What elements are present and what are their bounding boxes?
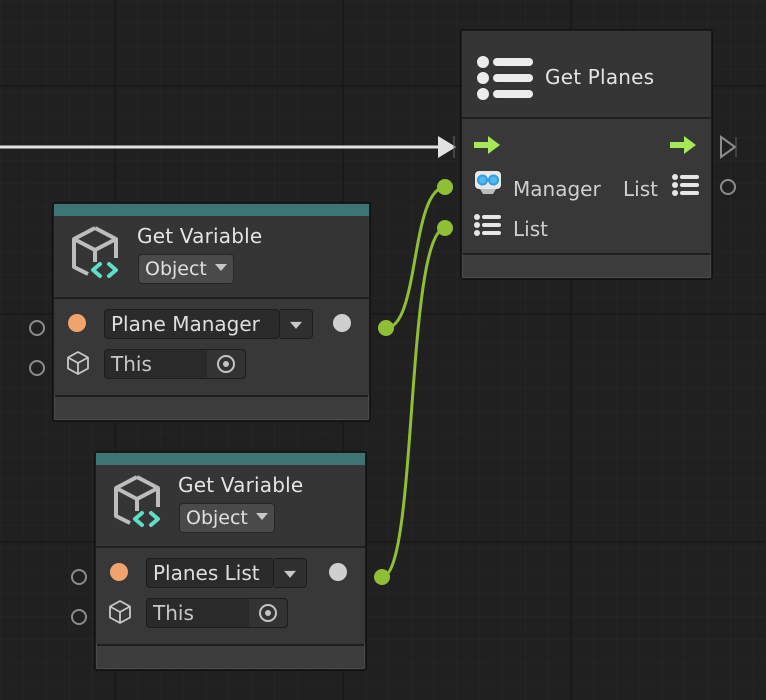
variable-name-input-port[interactable] <box>29 320 45 336</box>
variable-name-dropdown-button[interactable] <box>280 309 313 339</box>
node-accent-bar <box>96 453 365 465</box>
target-picker-dot <box>265 610 271 616</box>
get-planes-node[interactable]: Get Planes Manager List List <box>461 30 712 279</box>
chevron-down-icon <box>284 570 296 578</box>
node-title: Get Variable <box>178 473 304 497</box>
variable-kind-value: Object <box>186 507 248 529</box>
target-object-field[interactable]: This <box>104 349 246 379</box>
node-footer <box>97 644 364 668</box>
variable-name-value: Plane Manager <box>111 312 260 336</box>
cube-code-icon <box>72 226 118 278</box>
arrow-right-icon <box>670 136 696 154</box>
target-object-field[interactable]: This <box>146 598 288 628</box>
node-footer <box>463 253 710 277</box>
variable-name-value: Planes List <box>153 561 260 585</box>
get-variable-node-plane-manager[interactable]: Get Variable Object Plane Manager This <box>53 203 370 421</box>
list-output-label: List <box>623 177 658 201</box>
get-variable-body: Planes List This <box>96 546 365 644</box>
list-icon <box>477 56 533 100</box>
get-variable-node-planes-list[interactable]: Get Variable Object Planes List This <box>95 452 366 670</box>
chevron-down-icon <box>214 264 227 271</box>
cube-icon <box>109 600 131 624</box>
variable-name-input-port[interactable] <box>71 569 87 585</box>
arrow-right-icon <box>474 136 500 154</box>
cube-icon <box>67 351 89 375</box>
node-title: Get Variable <box>137 224 263 248</box>
target-object-value: This <box>153 601 194 625</box>
get-variable-header[interactable]: Get Variable Object <box>54 216 369 297</box>
object-picker-button[interactable] <box>207 350 245 378</box>
list-input-label: List <box>513 217 548 241</box>
node-accent-bar <box>54 204 369 216</box>
target-object-value: This <box>111 352 152 376</box>
variable-type-indicator <box>68 314 86 332</box>
variable-kind-value: Object <box>145 258 207 280</box>
chevron-down-icon <box>290 321 302 329</box>
variable-name-field[interactable]: Plane Manager <box>104 309 280 339</box>
variable-type-indicator <box>110 563 128 581</box>
get-planes-header[interactable]: Get Planes <box>462 31 711 117</box>
variable-kind-dropdown[interactable]: Object <box>179 503 275 533</box>
ar-goggles-icon <box>475 171 501 194</box>
get-planes-body: Manager List List <box>462 117 711 255</box>
chevron-down-icon <box>255 513 268 520</box>
get-variable-header[interactable]: Get Variable Object <box>96 465 365 546</box>
target-input-port[interactable] <box>71 609 87 625</box>
variable-kind-dropdown[interactable]: Object <box>138 254 234 284</box>
get-variable-body: Plane Manager This <box>54 297 369 395</box>
object-picker-button[interactable] <box>249 599 287 627</box>
value-output-indicator <box>333 314 351 332</box>
cube-code-icon <box>114 475 160 527</box>
target-input-port[interactable] <box>29 360 45 376</box>
value-output-indicator <box>329 563 347 581</box>
variable-name-dropdown-button[interactable] <box>274 558 307 588</box>
node-footer <box>55 395 368 419</box>
manager-input-label: Manager <box>513 177 601 201</box>
variable-name-field[interactable]: Planes List <box>146 558 274 588</box>
list-icon <box>474 214 501 236</box>
node-title: Get Planes <box>545 65 655 89</box>
target-picker-dot <box>223 361 229 367</box>
list-icon <box>672 174 699 196</box>
